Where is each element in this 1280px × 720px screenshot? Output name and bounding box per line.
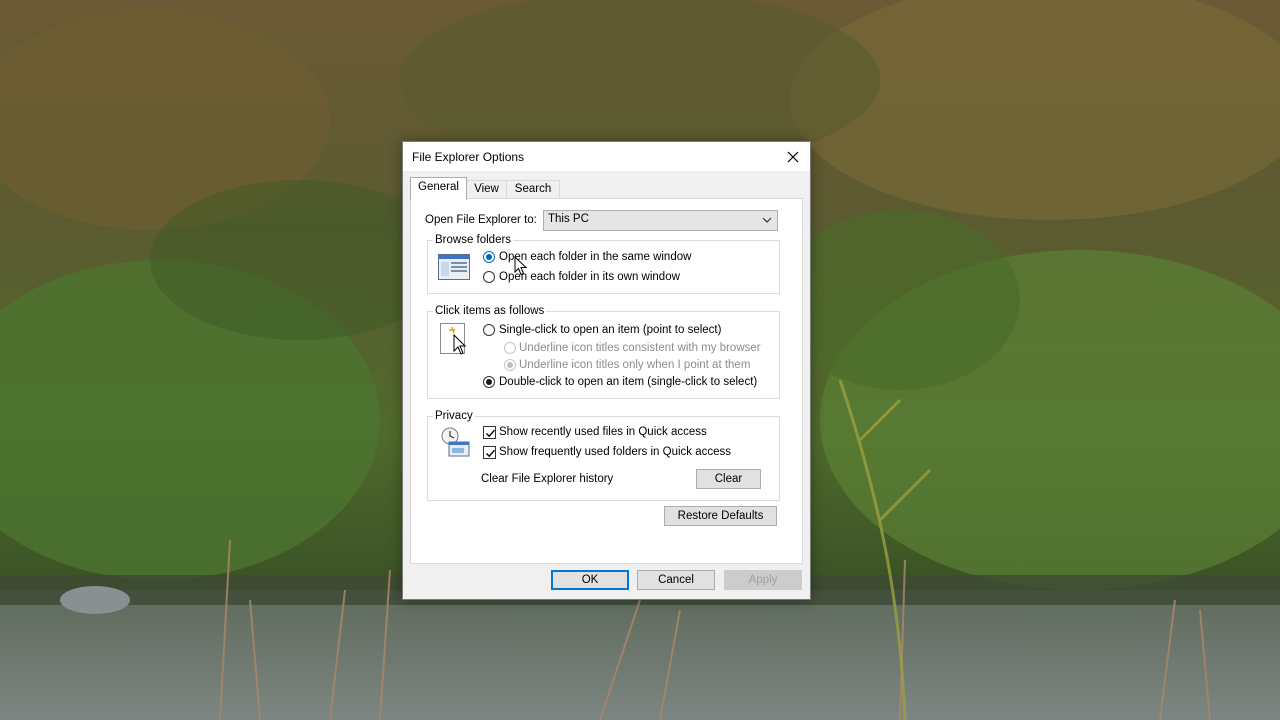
radio-underline-point [504,359,516,371]
general-tab-panel: Open File Explorer to: This PC Browse fo… [410,198,803,564]
click-items-title: Click items as follows [433,305,547,317]
restore-defaults-button[interactable]: Restore Defaults [664,506,777,526]
underline-browser-label: Underline icon titles consistent with my… [519,342,761,354]
privacy-title: Privacy [433,410,475,422]
mouse-cursor-icon [514,256,528,276]
browse-folders-title: Browse folders [433,234,514,246]
tab-view[interactable]: View [465,180,508,199]
radio-own-window[interactable] [483,271,495,283]
checkbox-recent-files[interactable] [483,426,496,439]
double-click-label[interactable]: Double-click to open an item (single-cli… [499,376,757,388]
single-click-label[interactable]: Single-click to open an item (point to s… [499,324,721,336]
tab-search[interactable]: Search [506,180,560,199]
clear-history-label: Clear File Explorer history [481,473,614,485]
cancel-button[interactable]: Cancel [637,570,715,590]
open-to-label: Open File Explorer to: [425,214,537,226]
close-button[interactable] [776,142,810,171]
underline-point-label: Underline icon titles only when I point … [519,359,751,371]
close-icon [787,151,799,162]
open-to-value: This PC [548,213,589,225]
apply-button[interactable]: Apply [724,570,802,590]
recent-files-label[interactable]: Show recently used files in Quick access [499,426,707,438]
tab-general[interactable]: General [410,177,467,200]
chevron-down-icon [762,217,772,223]
clear-button[interactable]: Clear [696,469,761,489]
open-to-dropdown[interactable]: This PC [543,210,778,231]
radio-single-click[interactable] [483,324,495,336]
window-icon [438,254,470,280]
radio-same-window[interactable] [483,251,495,263]
frequent-folders-label[interactable]: Show frequently used folders in Quick ac… [499,446,731,458]
ok-button[interactable]: OK [551,570,629,590]
checkbox-frequent-folders[interactable] [483,446,496,459]
radio-double-click[interactable] [483,376,495,388]
browse-folders-group [427,240,780,294]
file-explorer-options-dialog: File Explorer Options General View Searc… [402,141,811,600]
title-bar[interactable]: File Explorer Options [403,142,810,171]
pointer-icon [440,323,467,355]
dialog-title: File Explorer Options [412,150,525,164]
radio-underline-browser [504,342,516,354]
privacy-icon [441,427,470,457]
